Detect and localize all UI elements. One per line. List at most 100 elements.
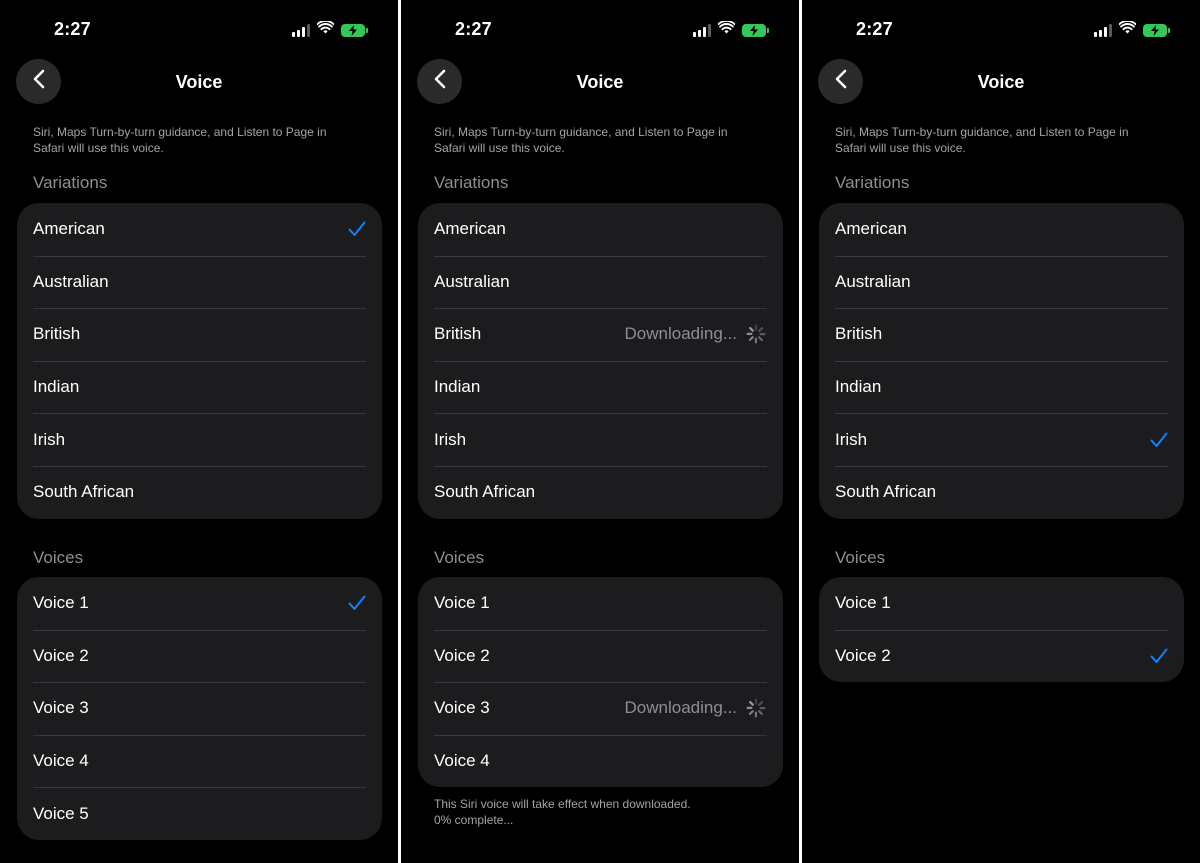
voice-row-voice-4[interactable]: Voice 4: [418, 734, 783, 788]
variations-header: Variations: [33, 173, 108, 192]
variation-row-indian[interactable]: Indian: [819, 360, 1184, 414]
variation-row-irish[interactable]: Irish: [418, 413, 783, 466]
voice-description: Siri, Maps Turn-by-turn guidance, and Li…: [835, 125, 1129, 155]
row-label: South African: [835, 482, 937, 502]
row-label: Australian: [434, 271, 510, 291]
variation-row-australian[interactable]: Australian: [17, 255, 382, 309]
row-label: Voice 2: [835, 645, 891, 665]
variation-row-british[interactable]: British: [17, 308, 382, 361]
row-label: Indian: [434, 377, 481, 397]
row-label: British: [434, 324, 482, 344]
download-status: Downloading...: [624, 324, 737, 344]
download-note-text: This Siri voice will take effect when do…: [434, 797, 691, 811]
row-label: British: [835, 324, 883, 344]
row-label: South African: [33, 482, 135, 502]
wifi-icon: [717, 20, 736, 39]
page-title: Voice: [977, 72, 1025, 92]
voice-row-voice-2[interactable]: Voice 2: [819, 629, 1184, 683]
voice-row-voice-1[interactable]: Voice 1: [819, 577, 1184, 630]
variation-row-indian[interactable]: Indian: [17, 360, 382, 414]
status-time: 2:27: [856, 19, 893, 39]
checkmark-icon: [1150, 648, 1168, 664]
variation-row-american[interactable]: American: [819, 203, 1184, 256]
download-status: Downloading...: [624, 698, 737, 718]
status-bar: 2:27: [401, 14, 799, 44]
voice-row-voice-2[interactable]: Voice 2: [17, 629, 382, 683]
row-label: Voice 4: [33, 751, 89, 771]
row-label: Voice 5: [33, 803, 89, 823]
voices-list: Voice 1 Voice 2 Voice 3 Voice 4 Voice 5: [17, 577, 382, 840]
voices-header: Voices: [835, 548, 886, 567]
variation-row-south-african[interactable]: South African: [418, 465, 783, 519]
voice-row-voice-5[interactable]: Voice 5: [17, 787, 382, 840]
voice-description: Siri, Maps Turn-by-turn guidance, and Li…: [33, 125, 327, 155]
row-label: Indian: [33, 377, 80, 397]
spinner-icon: [745, 697, 767, 719]
variation-row-australian[interactable]: Australian: [418, 255, 783, 309]
variations-list: American Australian British Indian Irish Sout…: [17, 203, 382, 519]
variation-row-british[interactable]: British Downloading...: [418, 308, 783, 361]
status-bar: 2:27: [0, 14, 398, 44]
voice-screen-1: 2:27 Voice Siri, Maps Turn-by-turn guidanc…: [0, 0, 398, 863]
voice-row-voice-4[interactable]: Voice 4: [17, 734, 382, 788]
battery-charging-icon: [742, 23, 769, 37]
row-label: American: [835, 219, 907, 239]
variation-row-american[interactable]: American: [418, 203, 783, 256]
variation-row-south-african[interactable]: South African: [17, 465, 382, 519]
status-time: 2:27: [54, 19, 91, 39]
variation-row-irish[interactable]: Irish: [17, 413, 382, 466]
variation-row-british[interactable]: British: [819, 308, 1184, 361]
checkmark-icon: [348, 221, 366, 237]
row-label: Voice 2: [434, 645, 490, 665]
voices-list: Voice 1 Voice 2 Voice 3 Downloading... Voice…: [418, 577, 783, 788]
variations-list: American Australian British Downloading... I…: [418, 203, 783, 519]
variations-list: American Australian British Indian Irish Sout…: [819, 203, 1184, 519]
page-title: Voice: [576, 72, 624, 92]
row-label: Voice 1: [835, 593, 891, 613]
variation-row-australian[interactable]: Australian: [819, 255, 1184, 309]
voice-row-voice-3[interactable]: Voice 3 Downloading...: [418, 682, 783, 735]
cellular-signal-icon: [693, 23, 711, 37]
voice-row-voice-2[interactable]: Voice 2: [418, 629, 783, 683]
row-label: Irish: [835, 429, 868, 449]
voice-row-voice-3[interactable]: Voice 3: [17, 682, 382, 735]
row-label: Voice 4: [434, 751, 490, 771]
checkmark-icon: [1150, 432, 1168, 448]
row-label: Voice 2: [33, 645, 89, 665]
variation-row-indian[interactable]: Indian: [418, 360, 783, 414]
status-icons: [1094, 20, 1170, 39]
voices-header: Voices: [33, 548, 84, 567]
comparison-screens: 2:27 Voice Siri, Maps Turn-by-turn guidanc…: [0, 0, 1200, 863]
variation-row-american[interactable]: American: [17, 203, 382, 256]
row-label: Voice 1: [33, 593, 89, 613]
variation-row-irish[interactable]: Irish: [819, 413, 1184, 466]
cellular-signal-icon: [292, 23, 310, 37]
row-label: American: [33, 219, 105, 239]
row-label: American: [434, 219, 506, 239]
voice-description: Siri, Maps Turn-by-turn guidance, and Li…: [434, 125, 728, 155]
row-label: Voice 3: [434, 698, 490, 718]
wifi-icon: [316, 20, 335, 39]
variations-header: Variations: [434, 173, 509, 192]
variation-row-south-african[interactable]: South African: [819, 465, 1184, 519]
row-label: Australian: [33, 271, 109, 291]
download-progress-note: This Siri voice will take effect when do…: [434, 796, 691, 828]
row-label: Voice 1: [434, 593, 490, 613]
voice-screen-2: 2:27 Voice Siri, Maps Turn-by-turn guidanc…: [401, 0, 799, 863]
wifi-icon: [1118, 20, 1137, 39]
battery-charging-icon: [341, 23, 368, 37]
voices-header: Voices: [434, 548, 485, 567]
variations-header: Variations: [835, 173, 910, 192]
status-icons: [693, 20, 769, 39]
row-label: Voice 3: [33, 698, 89, 718]
row-label: Australian: [835, 271, 911, 291]
cellular-signal-icon: [1094, 23, 1112, 37]
row-label: Indian: [835, 377, 882, 397]
checkmark-icon: [348, 595, 366, 611]
status-bar: 2:27: [802, 14, 1200, 44]
voice-screen-3: 2:27 Voice Siri, Maps Turn-by-turn guidanc…: [802, 0, 1200, 863]
row-label: British: [33, 324, 81, 344]
row-label: Irish: [33, 429, 66, 449]
voice-row-voice-1[interactable]: Voice 1: [418, 577, 783, 630]
voice-row-voice-1[interactable]: Voice 1: [17, 577, 382, 630]
